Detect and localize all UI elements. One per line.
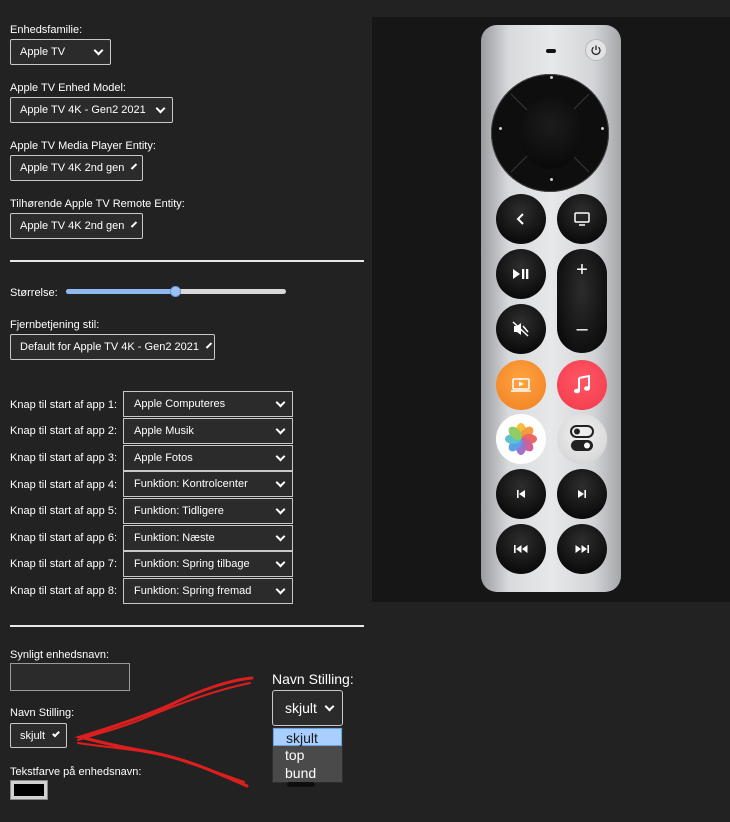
- remote-entity-select[interactable]: Apple TV 4K 2nd gen: [10, 213, 143, 239]
- back-chevron-icon: [516, 213, 524, 225]
- apple-tv-app-icon: [511, 378, 531, 392]
- fast-forward-icon: [575, 545, 589, 553]
- photos-icon: [505, 423, 537, 455]
- dpad-center[interactable]: [520, 97, 582, 169]
- divider: [10, 625, 364, 627]
- remote-entity-label: Tilhørende Apple TV Remote Entity:: [10, 198, 185, 210]
- app-button-label-8: Knap til start af app 8:: [10, 585, 118, 597]
- volume-rocker[interactable]: + –: [557, 249, 607, 353]
- app-button-label-3: Knap til start af app 3:: [10, 452, 118, 464]
- chevron-down-icon: [93, 45, 104, 55]
- status-led: [546, 49, 556, 53]
- visible-name-input[interactable]: [10, 663, 130, 691]
- device-family-label: Enhedsfamilie:: [10, 24, 83, 36]
- tv-icon: [574, 212, 590, 226]
- text-color-label: Tekstfarve på enhedsnavn:: [10, 766, 142, 778]
- dpad-up-dot[interactable]: [550, 76, 553, 79]
- name-position-select[interactable]: skjult: [10, 723, 67, 748]
- control-center-icon: [570, 425, 594, 451]
- dpad-right-dot[interactable]: [601, 127, 604, 130]
- chevron-down-icon: [275, 451, 286, 461]
- dpad-left-dot[interactable]: [499, 127, 502, 130]
- chevron-down-icon: [52, 729, 60, 738]
- option-skjult[interactable]: skjult: [273, 728, 342, 746]
- power-button[interactable]: [585, 39, 607, 61]
- divider: [10, 260, 364, 262]
- next-track-icon: [578, 490, 586, 498]
- rewind-icon: [514, 545, 528, 553]
- app-button-label-1: Knap til start af app 1:: [10, 399, 118, 411]
- skip-back-button[interactable]: [496, 524, 546, 574]
- apple-tv-app-button[interactable]: [496, 360, 546, 410]
- app-button-select-4[interactable]: Funktion: Kontrolcenter: [123, 471, 293, 497]
- chevron-down-icon: [275, 531, 286, 541]
- media-player-label: Apple TV Media Player Entity:: [10, 140, 156, 152]
- chevron-down-icon: [275, 584, 286, 594]
- option-top[interactable]: top: [273, 746, 342, 764]
- chevron-down-icon: [205, 341, 213, 349]
- size-label: Størrelse:: [10, 287, 58, 299]
- tv-button[interactable]: [557, 194, 607, 244]
- popup-name-position-select[interactable]: skjult: [272, 690, 343, 726]
- chevron-down-icon: [275, 424, 286, 434]
- app-button-select-2[interactable]: Apple Musik: [123, 418, 293, 444]
- previous-button[interactable]: [496, 469, 546, 519]
- text-color-picker[interactable]: [10, 780, 48, 800]
- device-model-select[interactable]: Apple TV 4K - Gen2 2021: [10, 97, 173, 123]
- name-position-dropdown-list: skjult top bund: [272, 727, 343, 783]
- chevron-down-icon: [275, 504, 286, 514]
- app-button-select-3[interactable]: Apple Fotos: [123, 445, 293, 471]
- mute-icon: [512, 321, 529, 337]
- color-swatch: [14, 784, 44, 796]
- apple-music-app-button[interactable]: [557, 360, 607, 410]
- volume-down-icon[interactable]: –: [576, 318, 587, 341]
- power-icon: [591, 45, 601, 56]
- chevron-down-icon: [155, 103, 166, 113]
- control-center-button[interactable]: [557, 414, 607, 464]
- app-button-select-8[interactable]: Funktion: Spring fremad: [123, 578, 293, 604]
- back-button[interactable]: [496, 194, 546, 244]
- style-label: Fjernbetjening stil:: [10, 319, 100, 331]
- chevron-down-icon: [324, 701, 335, 711]
- chevron-down-icon: [275, 557, 286, 567]
- option-bund[interactable]: bund: [273, 764, 342, 782]
- device-model-label: Apple TV Enhed Model:: [10, 82, 126, 94]
- skip-forward-button[interactable]: [557, 524, 607, 574]
- visible-name-label: Synligt enhedsnavn:: [10, 649, 110, 661]
- app-button-select-1[interactable]: Apple Computeres: [123, 391, 293, 417]
- apple-music-icon: [574, 375, 590, 394]
- app-button-select-7[interactable]: Funktion: Spring tilbage: [123, 551, 293, 577]
- style-select[interactable]: Default for Apple TV 4K - Gen2 2021: [10, 334, 215, 360]
- color-swatch-preview: [287, 782, 315, 787]
- photos-app-button[interactable]: [496, 414, 546, 464]
- volume-up-icon[interactable]: +: [576, 259, 588, 282]
- app-button-label-4: Knap til start af app 4:: [10, 479, 118, 491]
- play-pause-icon: [513, 269, 529, 279]
- mute-button[interactable]: [496, 304, 546, 354]
- app-button-select-5[interactable]: Funktion: Tidligere: [123, 498, 293, 524]
- media-player-select[interactable]: Apple TV 4K 2nd gen: [10, 155, 143, 181]
- chevron-down-icon: [275, 477, 286, 487]
- dpad-down-dot[interactable]: [550, 178, 553, 181]
- size-slider-thumb[interactable]: [170, 286, 181, 297]
- size-slider-fill: [66, 289, 176, 294]
- chevron-down-icon: [131, 220, 138, 228]
- chevron-down-icon: [131, 162, 138, 170]
- chevron-down-icon: [275, 397, 286, 407]
- previous-track-icon: [517, 490, 525, 498]
- play-pause-button[interactable]: [496, 249, 546, 299]
- app-button-label-7: Knap til start af app 7:: [10, 558, 118, 570]
- app-button-label-5: Knap til start af app 5:: [10, 505, 118, 517]
- next-button[interactable]: [557, 469, 607, 519]
- popup-name-position-label: Navn Stilling:: [272, 671, 354, 687]
- app-button-select-6[interactable]: Funktion: Næste: [123, 525, 293, 551]
- device-family-select[interactable]: Apple TV: [10, 39, 111, 65]
- app-button-label-6: Knap til start af app 6:: [10, 532, 118, 544]
- name-position-label: Navn Stilling:: [10, 707, 75, 719]
- app-button-label-2: Knap til start af app 2:: [10, 425, 118, 437]
